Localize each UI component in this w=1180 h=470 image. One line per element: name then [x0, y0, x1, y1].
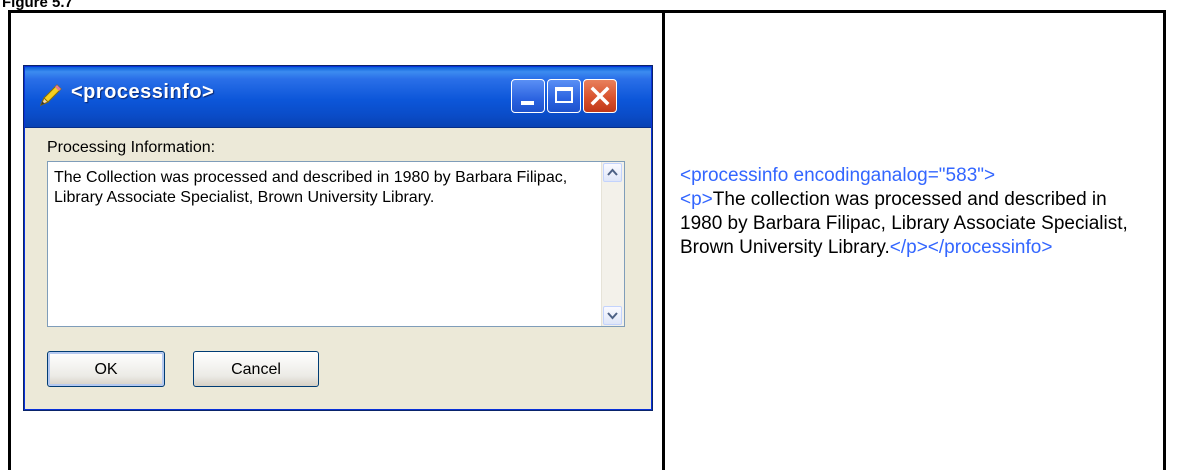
minimize-icon [521, 101, 534, 105]
xml-p-open-tag: <p> [680, 189, 713, 210]
processinfo-dialog: <processinfo> Processing Information: Th… [24, 66, 652, 410]
dialog-title: <processinfo> [71, 81, 215, 103]
maximize-icon [555, 87, 573, 103]
vertical-scrollbar[interactable] [601, 162, 624, 326]
field-label: Processing Information: [47, 139, 216, 156]
minimize-button[interactable] [511, 79, 545, 113]
processing-info-textarea[interactable]: The Collection was processed and describ… [47, 161, 625, 327]
title-bar[interactable]: <processinfo> [25, 67, 651, 128]
ok-button[interactable]: OK [47, 351, 165, 387]
scroll-down-button[interactable] [603, 306, 622, 325]
textarea-value[interactable]: The Collection was processed and describ… [54, 168, 574, 208]
chevron-down-icon [607, 312, 618, 320]
close-icon [590, 86, 610, 106]
chevron-up-icon [607, 168, 618, 176]
pencil-icon [40, 84, 62, 106]
xml-open-tag: <processinfo encodinganalog="583"> [680, 165, 996, 186]
xml-close-tags: </p></processinfo> [889, 237, 1053, 258]
cancel-button[interactable]: Cancel [193, 351, 319, 387]
scroll-up-button[interactable] [603, 163, 622, 182]
close-button[interactable] [583, 79, 617, 113]
column-divider [662, 10, 665, 470]
maximize-button[interactable] [547, 79, 581, 113]
xml-encoding-text: <processinfo encodinganalog="583"> <p>The… [680, 164, 1150, 260]
